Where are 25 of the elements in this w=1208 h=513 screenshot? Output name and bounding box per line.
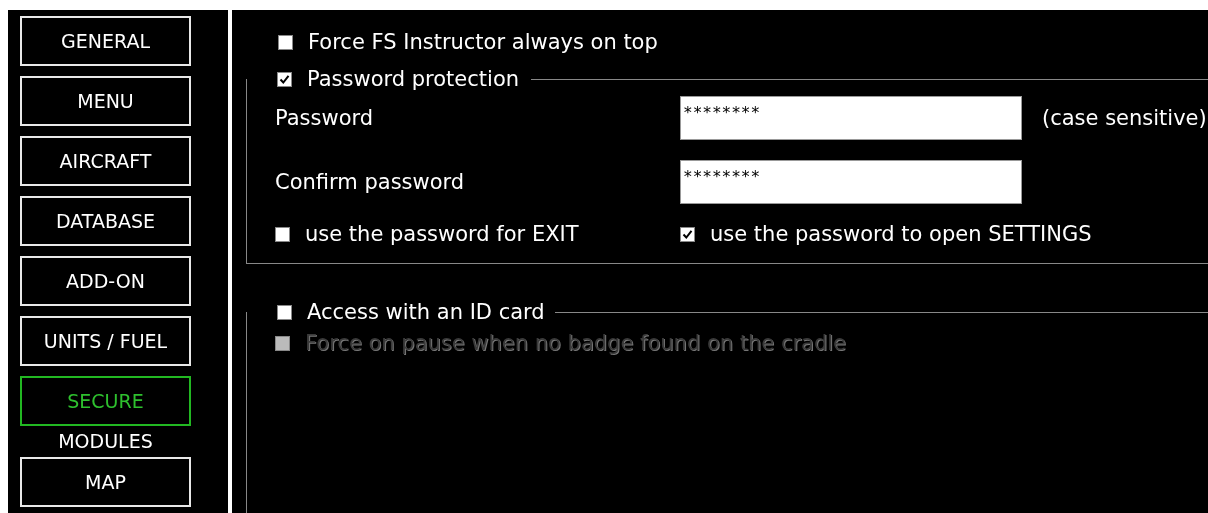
checkbox[interactable] — [275, 227, 290, 242]
option-label: use the password to open SETTINGS — [710, 224, 1092, 245]
field-label: Password — [275, 107, 375, 129]
sidebar-button[interactable]: UNITS / FUEL — [20, 316, 191, 366]
option-label: use the password for EXIT — [305, 224, 579, 245]
option-label: Force FS Instructor always on top — [308, 32, 658, 53]
group-title: Password protection — [307, 69, 520, 90]
group-title: Access with an ID card — [307, 302, 545, 323]
sidebar-button[interactable]: SECURE — [20, 376, 191, 426]
sidebar-button[interactable]: MENU — [20, 76, 191, 126]
hint-text: (case sensitive) — [1042, 107, 1207, 129]
checkbox[interactable] — [680, 227, 695, 242]
sidebar-button[interactable]: ADD-ON — [20, 256, 191, 306]
option-label: Force on pause when no badge found on the cradle — [305, 333, 847, 354]
sidebar-heading: MODULES — [57, 432, 154, 451]
password-field[interactable]: ******** — [680, 96, 1022, 140]
field-label: Confirm password — [275, 171, 466, 193]
sidebar-button[interactable]: DATABASE — [20, 196, 191, 246]
sidebar-button[interactable]: MAP — [20, 457, 191, 507]
checkbox[interactable] — [277, 72, 292, 87]
sidebar-button[interactable]: GENERAL — [20, 16, 191, 66]
checkbox[interactable] — [278, 35, 293, 50]
sidebar-button[interactable]: AIRCRAFT — [20, 136, 191, 186]
password-field[interactable]: ******** — [680, 160, 1022, 204]
checkbox[interactable] — [277, 305, 292, 320]
